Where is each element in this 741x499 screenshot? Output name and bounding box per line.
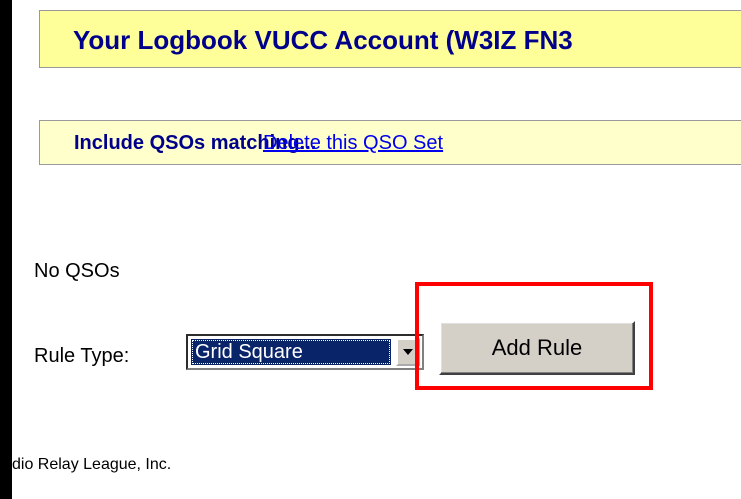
qso-set-bar: Include QSOs matching... Delete this QSO… [39,120,741,165]
title-bar: Your Logbook VUCC Account (W3IZ FN3 [39,10,741,68]
add-rule-button[interactable]: Add Rule [439,321,635,375]
no-qsos-text: No QSOs [34,260,120,282]
rule-type-selected-value: Grid Square [191,339,391,365]
page-title: Your Logbook VUCC Account (W3IZ FN3 [73,25,573,55]
rule-type-label: Rule Type: [34,345,130,367]
footer-copyright: dio Relay League, Inc. [12,456,172,473]
page: Your Logbook VUCC Account (W3IZ FN3 Incl… [0,0,741,499]
chevron-down-icon [403,349,413,355]
dropdown-arrow-button[interactable] [396,338,420,366]
rule-type-select[interactable]: Grid Square [186,334,424,370]
main-content: Your Logbook VUCC Account (W3IZ FN3 Incl… [12,0,741,499]
delete-qso-set-link[interactable]: Delete this QSO Set [263,132,443,155]
